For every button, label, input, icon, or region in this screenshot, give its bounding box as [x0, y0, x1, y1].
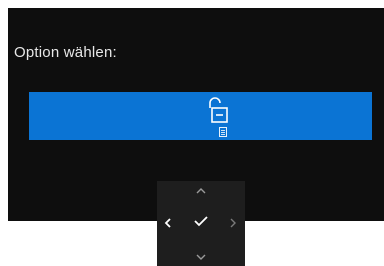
check-icon[interactable]: [193, 214, 209, 228]
menu-icon: [219, 127, 227, 137]
option-tile-unlock[interactable]: [29, 92, 372, 140]
chevron-right-icon[interactable]: [227, 216, 239, 230]
unlock-icon: [209, 97, 228, 123]
chevron-down-icon[interactable]: [194, 251, 208, 263]
chevron-left-icon[interactable]: [162, 216, 174, 230]
osd-title: Option wählen:: [14, 44, 117, 61]
chevron-up-icon[interactable]: [194, 185, 208, 197]
nav-pad: [157, 181, 245, 266]
